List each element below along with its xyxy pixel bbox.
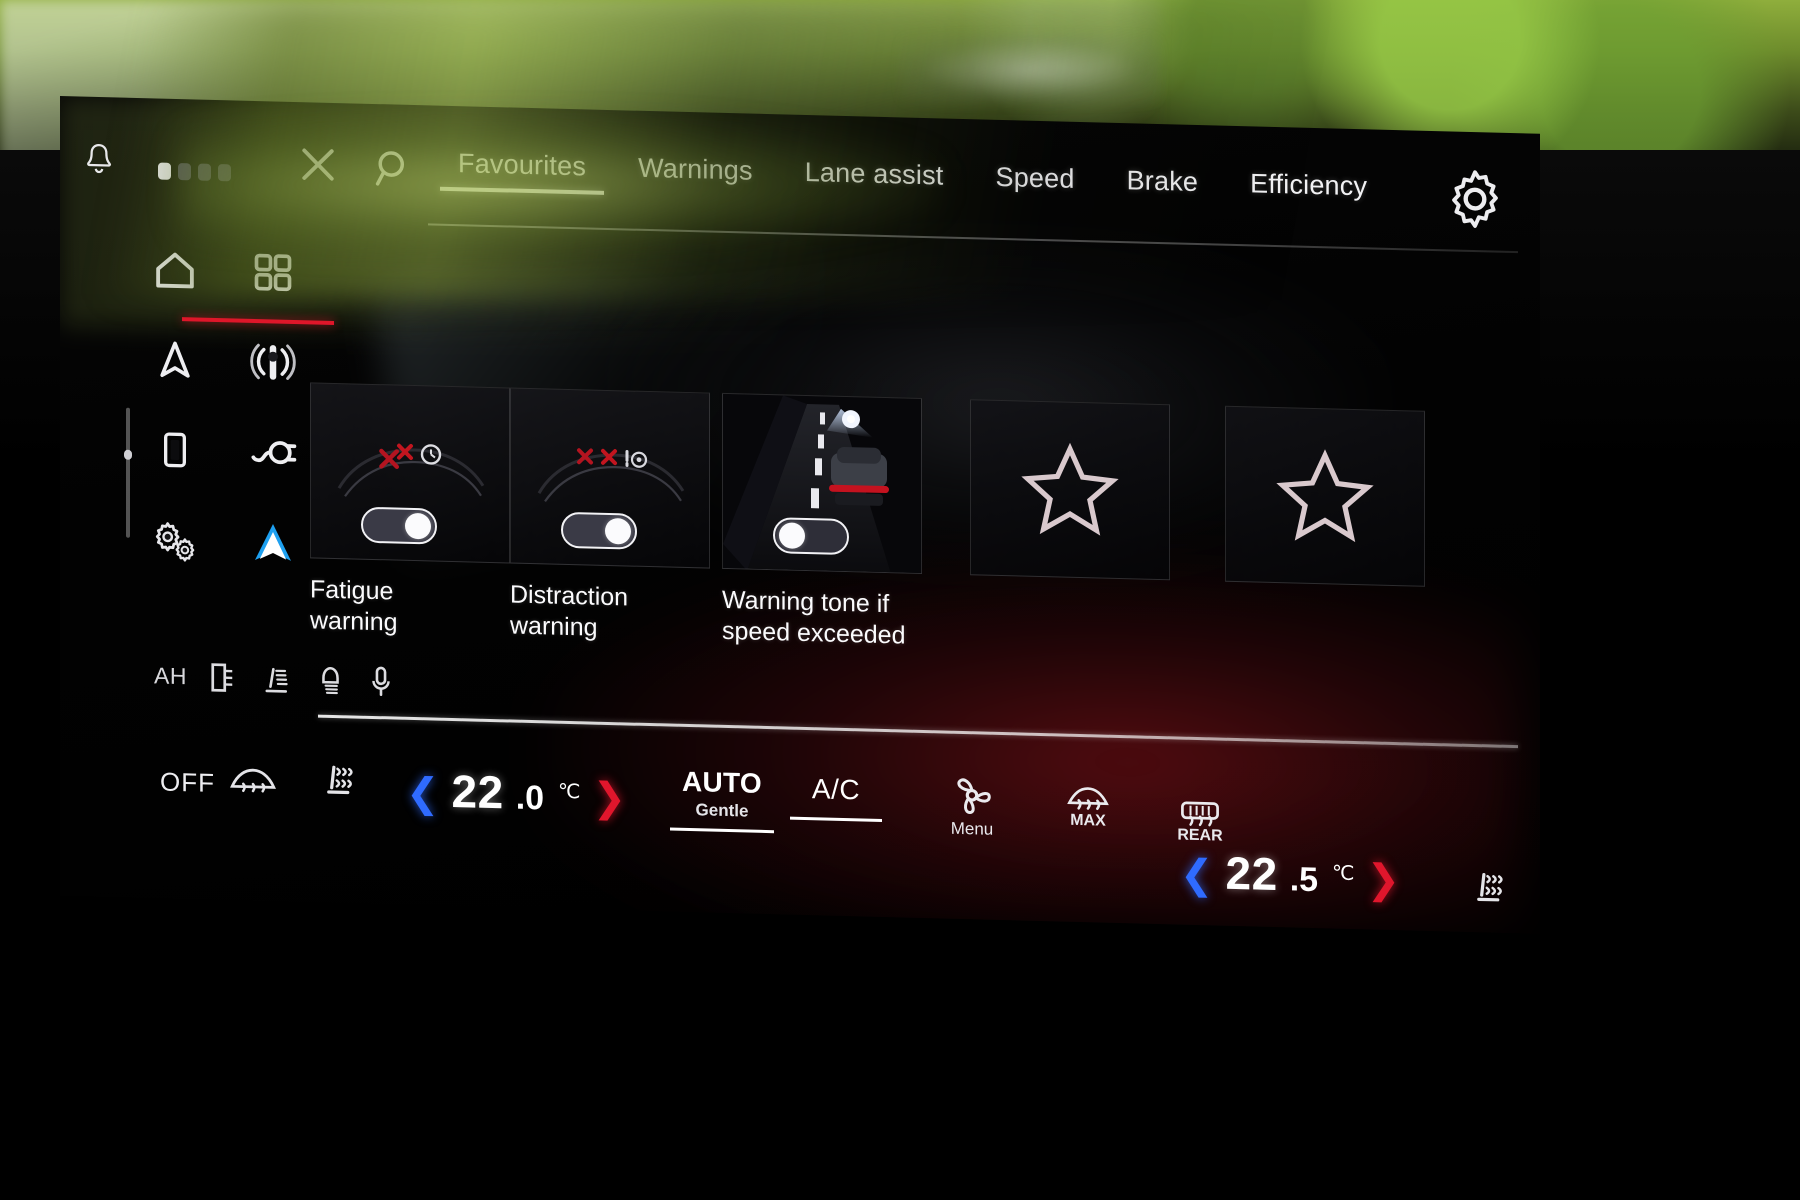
right-temp-decrease[interactable]: ❮ [1180, 853, 1214, 898]
close-icon[interactable] [296, 142, 340, 187]
infotainment-screen: Favourites Warnings Lane assist Speed Br… [60, 96, 1540, 934]
toggle-knob [779, 522, 805, 549]
favourite-card-fatigue[interactable]: Fatigue warning [310, 382, 510, 641]
toggle-knob [405, 512, 431, 540]
bell-icon[interactable] [82, 141, 116, 180]
sidebar-item-radio[interactable] [238, 331, 308, 395]
sidebar-item-home[interactable] [140, 238, 210, 302]
sidebar-item-settings[interactable] [140, 508, 210, 572]
tab-warnings-label: Warnings [638, 152, 753, 186]
sidebar-item-charging[interactable] [238, 421, 308, 485]
ac-button[interactable]: A/C [790, 772, 882, 822]
speed-tone-card-tile[interactable] [722, 392, 922, 574]
distraction-card-label: Distraction warning [510, 579, 710, 646]
search-icon[interactable] [372, 146, 414, 191]
sidebar-item-navigation[interactable] [140, 328, 210, 392]
door-open-icon[interactable] [209, 661, 239, 695]
fan-menu-caption: Menu [950, 818, 994, 839]
favourite-empty-slot-2[interactable] [1225, 405, 1425, 587]
tab-speed-label: Speed [995, 161, 1075, 194]
tab-brake[interactable]: Brake [1101, 159, 1225, 225]
windscreen-defrost-icon[interactable] [228, 762, 278, 797]
tab-lane-assist[interactable]: Lane assist [779, 150, 970, 218]
left-temp-decrease[interactable]: ❮ [406, 771, 440, 816]
climate-off-button[interactable]: OFF [160, 767, 215, 799]
right-temp-increase[interactable]: ❯ [1367, 857, 1401, 902]
fatigue-warning-toggle[interactable] [361, 506, 437, 545]
fatigue-card-tile[interactable] [310, 382, 510, 564]
left-temp-integer: 22 [451, 764, 504, 819]
speed-tone-label-line2: speed exceeded [722, 616, 906, 650]
rear-defrost-icon [1181, 801, 1219, 827]
ac-label: A/C [811, 773, 861, 806]
distraction-warning-toggle[interactable] [561, 511, 637, 550]
max-caption: MAX [1070, 811, 1106, 830]
distraction-label-line1: Distraction [510, 580, 629, 612]
toggle-knob [605, 517, 631, 545]
tab-brake-label: Brake [1126, 165, 1199, 198]
climate-menu-button[interactable]: Menu [922, 772, 1022, 841]
favourite-empty-slot-1[interactable] [970, 399, 1170, 581]
sidebar-item-apps[interactable] [238, 241, 308, 305]
infotainment-photo: Favourites Warnings Lane assist Speed Br… [0, 0, 1800, 1200]
auto-label: AUTO [681, 765, 763, 799]
top-bar: Favourites Warnings Lane assist Speed Br… [60, 118, 1540, 254]
driver-fatigue-coffee-icon [337, 443, 485, 497]
tab-active-underline [440, 186, 605, 195]
fatigue-card-label: Fatigue warning [310, 574, 510, 641]
right-temp-unit: ℃ [1332, 862, 1355, 886]
left-temp-decimal: .0 [515, 778, 545, 818]
fan-icon [957, 778, 991, 814]
tab-favourites-label: Favourites [458, 148, 587, 182]
favourite-card-distraction[interactable]: Distraction warning [510, 387, 710, 646]
page-dot-3[interactable] [198, 163, 211, 181]
right-temp-decimal: .5 [1289, 860, 1319, 900]
driver-distraction-icon [537, 448, 685, 503]
sidebar-scrollbar-track[interactable] [126, 407, 130, 538]
distraction-card-tile[interactable] [510, 387, 710, 569]
seat-adjust-icon[interactable] [261, 663, 293, 696]
climate-bar: OFF ❮ 22 .0 ℃ ❯ AUTO Gentle A/C Menu MAX… [150, 734, 1540, 919]
sidebar-item-maps[interactable] [238, 511, 308, 575]
max-defrost-button[interactable]: MAX [1040, 783, 1136, 831]
seat-heater-right-icon[interactable] [1470, 864, 1508, 909]
auto-mode-label: Gentle [695, 800, 749, 821]
rear-caption: REAR [1177, 826, 1223, 845]
fatigue-label-line2: warning [310, 606, 398, 637]
tab-bar[interactable]: Favourites Warnings Lane assist Speed Br… [432, 141, 1393, 248]
tab-lane-assist-label: Lane assist [804, 156, 944, 191]
right-temp-integer: 22 [1225, 846, 1278, 901]
seat-heater-icon[interactable] [320, 757, 358, 802]
tab-efficiency-label: Efficiency [1250, 168, 1368, 202]
tab-efficiency[interactable]: Efficiency [1224, 162, 1393, 229]
star-outline-icon [1276, 449, 1374, 543]
auto-climate-button[interactable]: AUTO Gentle [670, 765, 774, 834]
left-temp-increase[interactable]: ❯ [593, 776, 627, 821]
fatigue-label-line1: Fatigue [310, 575, 394, 606]
gear-icon[interactable] [1444, 167, 1506, 231]
tab-favourites[interactable]: Favourites [432, 141, 612, 209]
star-outline-icon [1021, 442, 1119, 536]
page-dot-1[interactable] [158, 162, 171, 180]
status-ah-label: AH [154, 662, 187, 690]
tab-speed[interactable]: Speed [970, 155, 1101, 221]
sidebar-item-phone[interactable] [140, 418, 210, 482]
page-dot-2[interactable] [178, 163, 191, 181]
speed-tone-label-line1: Warning tone if [722, 585, 890, 619]
front-defrost-icon [1067, 787, 1109, 811]
tab-warnings[interactable]: Warnings [612, 146, 779, 213]
background-road [900, 35, 1160, 105]
sidebar-scrollbar-knob[interactable] [124, 449, 132, 460]
favourites-grid: Fatigue warning Distraction warning Warn… [310, 382, 1520, 743]
page-dot-4[interactable] [218, 164, 231, 182]
distraction-label-line2: warning [510, 611, 598, 642]
right-temperature-control[interactable]: ❮ 22 .5 ℃ ❯ [1180, 845, 1400, 905]
left-temperature-control[interactable]: ❮ 22 .0 ℃ ❯ [406, 763, 626, 823]
speed-warning-tone-toggle[interactable] [773, 517, 849, 556]
rear-defrost-button[interactable]: REAR [1150, 798, 1250, 847]
left-temp-unit: ℃ [558, 780, 581, 804]
favourite-card-speed-tone[interactable]: Warning tone if speed exceeded [722, 392, 922, 652]
page-indicator-dots[interactable] [158, 162, 231, 182]
speed-tone-card-label: Warning tone if speed exceeded [722, 585, 922, 652]
